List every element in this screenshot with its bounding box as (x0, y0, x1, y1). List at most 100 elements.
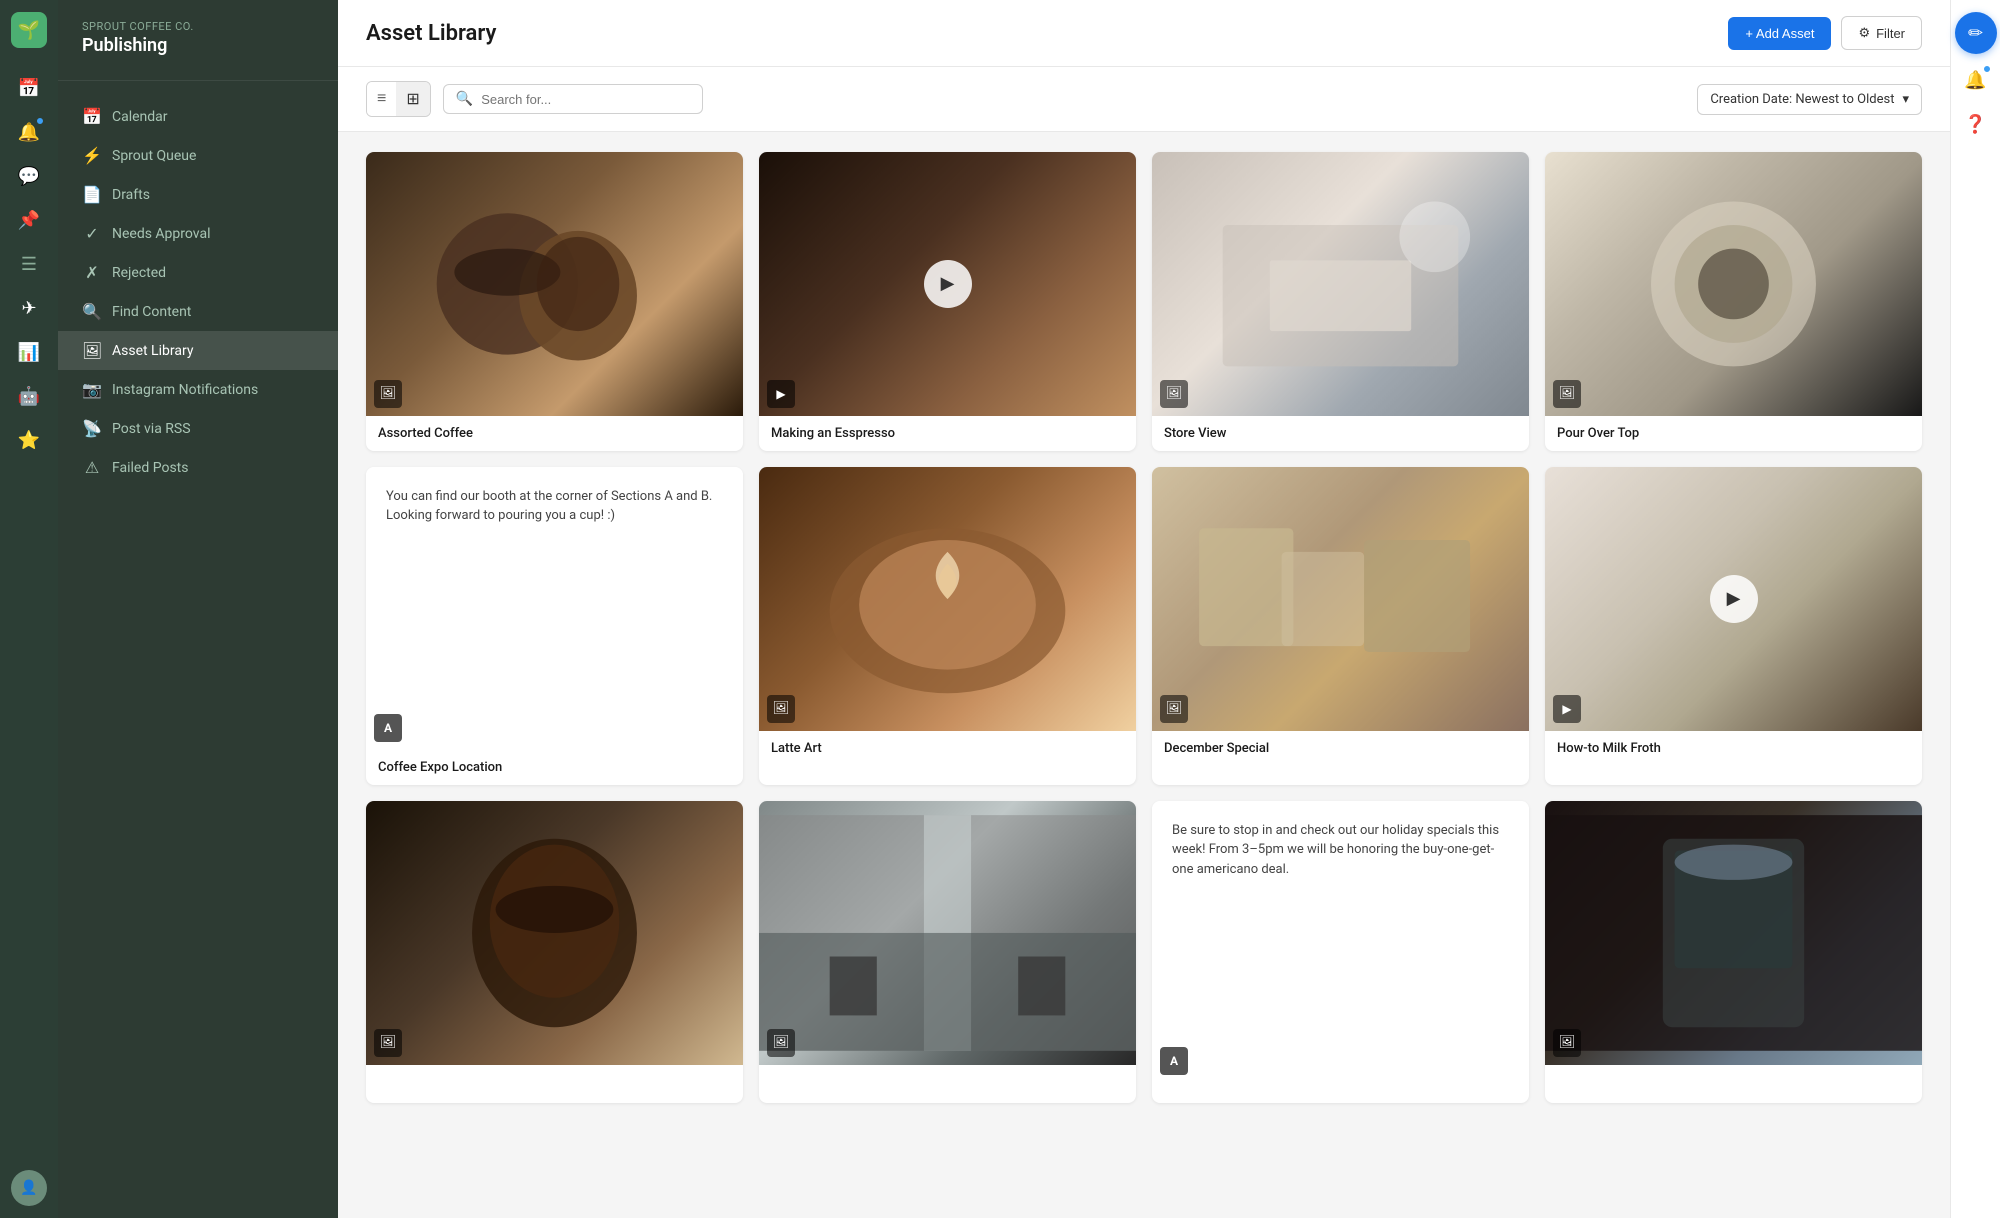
list-view-icon: ≡ (377, 90, 386, 108)
library-icon: 🖼 (82, 341, 102, 360)
asset-card[interactable]: 🖼 (759, 801, 1136, 1104)
asset-card[interactable]: 🖼 Latte Art (759, 467, 1136, 785)
sidebar-header: Sprout Coffee Co. Publishing (58, 0, 338, 81)
sidebar-item-asset-library[interactable]: 🖼 Asset Library (58, 331, 338, 370)
sidebar-label-instagram: Instagram Notifications (112, 382, 258, 398)
edit-fab-button[interactable]: ✏ (1955, 12, 1997, 54)
bell-icon-button[interactable]: 🔔 (1958, 62, 1994, 98)
asset-thumbnail (759, 467, 1136, 731)
sidebar-item-failed-posts[interactable]: ⚠ Failed Posts (58, 448, 338, 487)
asset-card[interactable]: 🖼 December Special (1152, 467, 1529, 785)
drafts-icon: 📄 (82, 185, 102, 204)
sidebar-label-rejected: Rejected (112, 265, 166, 281)
image-type-icon: 🖼 (1553, 1029, 1581, 1057)
sidebar-item-needs-approval[interactable]: ✓ Needs Approval (58, 214, 338, 253)
instagram-icon: 📷 (82, 380, 102, 399)
asset-title: Assorted Coffee (366, 416, 743, 451)
asset-thumbnail (1545, 801, 1922, 1065)
filter-button[interactable]: ⚙ Filter (1841, 16, 1922, 50)
asset-thumbnail (366, 801, 743, 1065)
sidebar-item-drafts[interactable]: 📄 Drafts (58, 175, 338, 214)
chart-rail-icon[interactable]: 📊 (9, 332, 49, 372)
filter-label: Filter (1876, 26, 1905, 41)
search-box: 🔍 (443, 84, 703, 114)
notification-badge (35, 116, 45, 126)
asset-title: December Special (1152, 731, 1529, 766)
play-button: ▶ (1710, 575, 1758, 623)
image-type-icon: 🖼 (1553, 380, 1581, 408)
sidebar-item-find-content[interactable]: 🔍 Find Content (58, 292, 338, 331)
asset-thumbnail (1152, 152, 1529, 416)
video-type-icon: ▶ (767, 380, 795, 408)
grid-view-button[interactable]: ⊞ (396, 82, 429, 116)
user-avatar[interactable]: 👤 (11, 1170, 47, 1206)
approval-icon: ✓ (82, 224, 102, 243)
asset-card[interactable]: Be sure to stop in and check out our hol… (1152, 801, 1529, 1104)
asset-title (1152, 1083, 1529, 1103)
asset-card[interactable]: ▶ ▶ Making an Esspresso (759, 152, 1136, 451)
asset-card[interactable]: 🖼 (1545, 801, 1922, 1104)
bell-badge (1982, 64, 1992, 74)
pin-rail-icon[interactable]: 📌 (9, 200, 49, 240)
image-type-icon: 🖼 (767, 695, 795, 723)
list-rail-icon[interactable]: ☰ (9, 244, 49, 284)
calendar-rail-icon[interactable]: 📅 (9, 68, 49, 108)
image-type-icon: 🖼 (374, 380, 402, 408)
brand-name: Publishing (82, 35, 314, 56)
text-type-icon: A (374, 714, 402, 742)
filter-icon: ⚙ (1858, 25, 1870, 41)
asset-card[interactable]: You can find our booth at the corner of … (366, 467, 743, 785)
text-card-body: Be sure to stop in and check out our hol… (1172, 821, 1509, 880)
sidebar-nav: 📅 Calendar ⚡ Sprout Queue 📄 Drafts ✓ Nee… (58, 81, 338, 503)
notification-rail-icon[interactable]: 🔔 (9, 112, 49, 152)
asset-title (366, 1065, 743, 1085)
list-view-button[interactable]: ≡ (367, 82, 396, 116)
video-type-icon: ▶ (1553, 695, 1581, 723)
sidebar-label-queue: Sprout Queue (112, 148, 196, 164)
search-input[interactable] (481, 92, 690, 107)
asset-card[interactable]: 🖼 Pour Over Top (1545, 152, 1922, 451)
sort-dropdown[interactable]: Creation Date: Newest to Oldest ▾ (1697, 84, 1922, 115)
star-rail-icon[interactable]: ⭐ (9, 420, 49, 460)
find-icon: 🔍 (82, 302, 102, 321)
asset-title: Latte Art (759, 731, 1136, 766)
calendar-icon: 📅 (82, 107, 102, 126)
sidebar-label-calendar: Calendar (112, 109, 168, 125)
main-content: Asset Library + Add Asset ⚙ Filter ≡ ⊞ 🔍 (338, 0, 1950, 1218)
sidebar-item-calendar[interactable]: 📅 Calendar (58, 97, 338, 136)
asset-card[interactable]: 🖼 Assorted Coffee (366, 152, 743, 451)
rejected-icon: ✗ (82, 263, 102, 282)
asset-card[interactable]: 🖼 Store View (1152, 152, 1529, 451)
rss-icon: 📡 (82, 419, 102, 438)
sidebar-item-rejected[interactable]: ✗ Rejected (58, 253, 338, 292)
sidebar-label-approval: Needs Approval (112, 226, 210, 242)
chevron-down-icon: ▾ (1902, 92, 1909, 107)
sidebar-item-sprout-queue[interactable]: ⚡ Sprout Queue (58, 136, 338, 175)
send-rail-icon[interactable]: ✈ (9, 288, 49, 328)
sidebar-item-instagram[interactable]: 📷 Instagram Notifications (58, 370, 338, 409)
view-toggle: ≡ ⊞ (366, 81, 431, 117)
image-type-icon: 🖼 (767, 1029, 795, 1057)
sidebar-label-rss: Post via RSS (112, 421, 191, 437)
page-title: Asset Library (366, 21, 496, 46)
asset-card[interactable]: ▶ ▶ How-to Milk Froth (1545, 467, 1922, 785)
asset-title (1545, 1065, 1922, 1085)
bot-rail-icon[interactable]: 🤖 (9, 376, 49, 416)
add-asset-button[interactable]: + Add Asset (1728, 17, 1831, 50)
asset-card[interactable]: 🖼 (366, 801, 743, 1104)
sidebar: Sprout Coffee Co. Publishing 📅 Calendar … (58, 0, 338, 1218)
asset-thumbnail (366, 152, 743, 416)
asset-thumbnail: ▶ (1545, 467, 1922, 731)
app-logo: 🌱 (11, 12, 47, 48)
image-type-icon: 🖼 (1160, 695, 1188, 723)
inbox-rail-icon[interactable]: 💬 (9, 156, 49, 196)
right-rail: ✏ 🔔 ❓ (1950, 0, 2000, 1218)
sidebar-item-rss[interactable]: 📡 Post via RSS (58, 409, 338, 448)
sidebar-label-find: Find Content (112, 304, 191, 320)
help-icon-button[interactable]: ❓ (1958, 106, 1994, 142)
asset-title: Making an Esspresso (759, 416, 1136, 451)
queue-icon: ⚡ (82, 146, 102, 165)
asset-thumbnail (1152, 467, 1529, 731)
search-icon: 🔍 (456, 91, 473, 107)
sidebar-label-library: Asset Library (112, 343, 193, 359)
